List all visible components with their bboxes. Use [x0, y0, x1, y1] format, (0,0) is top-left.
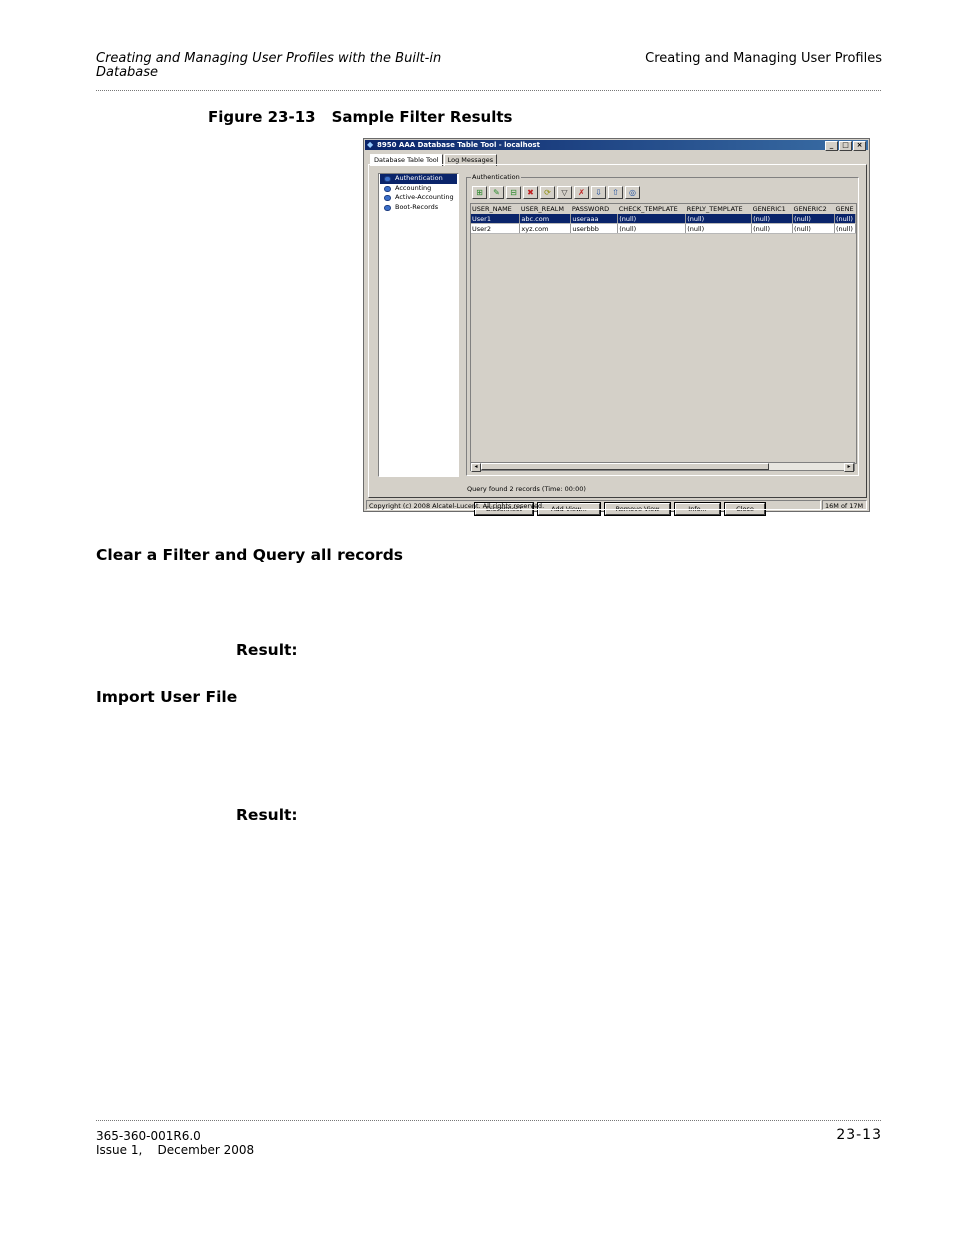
section-heading-clear-filter: Clear a Filter and Query all records: [96, 546, 404, 564]
page-number: 23-13: [836, 1127, 882, 1143]
database-table-icon: [384, 195, 391, 201]
table-cell[interactable]: abc.com: [519, 214, 572, 224]
clear-filter-icon[interactable]: ✗: [574, 186, 589, 199]
header-section-title: Creating and Managing User Profiles: [645, 51, 882, 66]
table-cell[interactable]: (null): [617, 223, 687, 234]
figure-number: Figure 23-13: [208, 108, 316, 126]
footer-divider: [96, 1120, 881, 1121]
window-controls: _ □ ×: [825, 141, 866, 151]
memory-usage: 16M of 17M: [822, 500, 867, 510]
tree-item-label: Boot-Records: [395, 202, 439, 211]
header-chapter-title: Creating and Managing User Profiles with…: [96, 51, 442, 80]
close-window-button[interactable]: ×: [853, 141, 866, 151]
table-tree: Authentication Accounting Active-Account…: [378, 173, 459, 477]
table-cell[interactable]: User2: [471, 223, 521, 234]
section-heading-import-user-file: Import User File: [96, 688, 238, 706]
result-label: Result:: [236, 806, 298, 824]
minimize-button[interactable]: _: [825, 141, 838, 151]
column-header[interactable]: REPLY_TEMPLATE: [685, 204, 752, 214]
results-table: USER_NAME USER_REALM PASSWORD CHECK_TEMP…: [470, 203, 857, 464]
group-label: Authentication: [471, 173, 521, 182]
column-header[interactable]: GENERIC1: [751, 204, 793, 214]
tree-item-boot-records[interactable]: Boot-Records: [380, 203, 457, 213]
database-table-icon: [384, 204, 391, 211]
tree-item-label: Authentication: [395, 174, 443, 182]
tree-item-label: Active-Accounting: [395, 193, 454, 201]
column-header[interactable]: PASSWORD: [570, 204, 618, 214]
filter-icon[interactable]: ▽: [557, 186, 572, 199]
result-label: Result:: [236, 641, 298, 659]
table-cell[interactable]: (null): [792, 214, 835, 224]
import-icon[interactable]: ⇩: [591, 186, 606, 199]
table-cell[interactable]: useraaa: [570, 214, 619, 224]
footer-left: 365-360-001R6.0 Issue 1, December 2008: [96, 1129, 254, 1157]
column-header[interactable]: GENE: [834, 204, 856, 214]
copyright-text: Copyright (c) 2008 Alcatel-Lucent. All r…: [366, 500, 821, 510]
scrollbar-thumb[interactable]: [481, 463, 769, 470]
horizontal-scrollbar[interactable]: ◂ ▸: [470, 462, 855, 472]
tree-item-label: Accounting: [395, 183, 432, 192]
column-header[interactable]: GENERIC2: [792, 204, 835, 214]
table-cell[interactable]: User1: [471, 214, 521, 224]
table-cell[interactable]: userbbb: [570, 223, 619, 234]
scroll-right-icon[interactable]: ▸: [844, 463, 854, 472]
document-number: 365-360-001R6.0: [96, 1129, 201, 1143]
app-window: ◆ 8950 AAA Database Table Tool - localhos…: [363, 138, 870, 516]
figure-title: Sample Filter Results: [331, 108, 513, 126]
tree-item-authentication[interactable]: Authentication: [380, 174, 457, 184]
status-bar: Copyright (c) 2008 Alcatel-Lucent. All r…: [366, 500, 867, 510]
table-row[interactable]: User2 xyz.com userbbb (null) (null) (nul…: [471, 223, 856, 234]
scroll-left-icon[interactable]: ◂: [471, 463, 481, 472]
header-divider: [96, 90, 881, 91]
table-cell[interactable]: (null): [685, 214, 753, 224]
edit-row-icon[interactable]: ✎: [489, 186, 504, 199]
table-row[interactable]: User1 abc.com useraaa (null) (null) (nul…: [471, 214, 856, 224]
tree-item-active-accounting[interactable]: Active-Accounting: [380, 193, 457, 203]
query-status: Query found 2 records (Time: 00:00): [467, 485, 586, 493]
table-cell[interactable]: (null): [834, 214, 856, 224]
table-cell[interactable]: (null): [751, 223, 794, 234]
tree-item-accounting[interactable]: Accounting: [380, 184, 457, 194]
table-header-row: USER_NAME USER_REALM PASSWORD CHECK_TEMP…: [471, 204, 856, 214]
window-title: 8950 AAA Database Table Tool - localhost: [377, 141, 540, 149]
database-table-icon: [384, 176, 391, 182]
issue-date: Issue 1, December 2008: [96, 1143, 255, 1157]
database-icon[interactable]: ◎: [625, 186, 640, 199]
refresh-icon[interactable]: ⟳: [540, 186, 555, 199]
column-header[interactable]: USER_NAME: [471, 204, 520, 214]
window-titlebar: ◆ 8950 AAA Database Table Tool - localhos…: [365, 140, 868, 151]
copy-row-icon[interactable]: ⊟: [506, 186, 521, 199]
delete-row-icon[interactable]: ✖: [523, 186, 538, 199]
column-header[interactable]: CHECK_TEMPLATE: [617, 204, 686, 214]
table-cell[interactable]: xyz.com: [519, 223, 572, 234]
table-cell[interactable]: (null): [834, 223, 856, 234]
figure-caption: Figure 23-13 Sample Filter Results: [208, 108, 528, 126]
table-cell[interactable]: (null): [751, 214, 794, 224]
app-logo-icon: ◆: [367, 140, 374, 149]
tab-panel: Authentication Accounting Active-Account…: [368, 164, 867, 516]
maximize-button[interactable]: □: [839, 141, 852, 151]
add-row-icon[interactable]: ⊞: [472, 186, 487, 199]
toolbar: ⊞ ✎ ⊟ ✖ ⟳ ▽ ✗ ⇩ ⇧ ◎: [472, 186, 640, 199]
table-cell[interactable]: (null): [685, 223, 753, 234]
authentication-group: Authentication ⊞ ✎ ⊟ ✖ ⟳ ▽ ✗ ⇩ ⇧ ◎ USER_…: [466, 173, 859, 476]
table-cell[interactable]: (null): [617, 214, 687, 224]
export-icon[interactable]: ⇧: [608, 186, 623, 199]
table-cell[interactable]: (null): [792, 223, 835, 234]
column-header[interactable]: USER_REALM: [519, 204, 571, 214]
database-table-icon: [384, 185, 391, 192]
